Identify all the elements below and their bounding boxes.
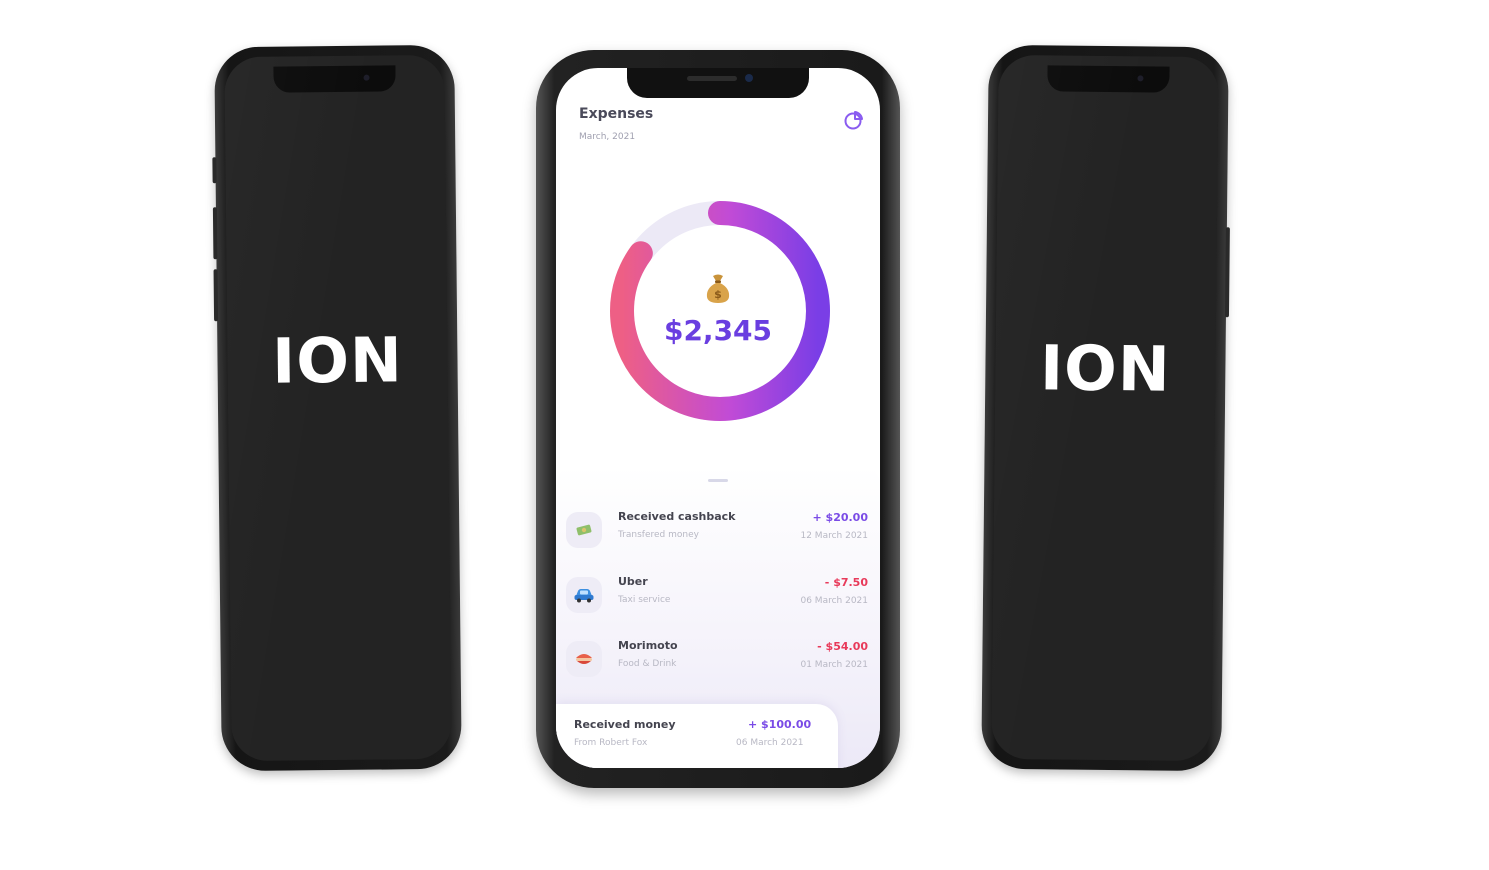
- sheet-drag-handle[interactable]: [708, 479, 728, 482]
- expenses-donut-chart: [610, 201, 830, 421]
- transaction-title: Uber: [618, 575, 648, 588]
- transaction-title: Morimoto: [618, 639, 678, 652]
- transaction-amount: - $54.00: [817, 640, 868, 653]
- transaction-subtitle: Taxi service: [618, 595, 671, 605]
- transaction-date: 01 March 2021: [800, 660, 868, 670]
- left-phone-mockup: ION: [212, 44, 462, 772]
- right-brand-text: ION: [1039, 331, 1172, 406]
- left-phone-volume-up: [212, 207, 218, 260]
- right-phone-power-button: [1224, 227, 1230, 318]
- transaction-amount: + $20.00: [812, 511, 869, 524]
- right-phone-notch: [1047, 65, 1170, 93]
- total-expenses-amount: $2,345: [663, 314, 773, 347]
- center-phone-mockup: Expenses March, 2021 $ $2,345 Received c…: [536, 50, 900, 788]
- card-date: 06 March 2021: [736, 738, 804, 748]
- car-icon: [566, 577, 602, 613]
- card-amount: + $100.00: [748, 718, 812, 731]
- transaction-date: 06 March 2021: [800, 596, 868, 606]
- page-title: Expenses: [579, 106, 654, 122]
- period-label: March, 2021: [579, 132, 636, 142]
- left-phone-screen: ION: [224, 54, 452, 762]
- received-money-card[interactable]: Received money From Robert Fox + $100.00…: [556, 704, 838, 768]
- left-phone-volume-down: [213, 269, 219, 322]
- transaction-row[interactable]: Morimoto Food & Drink - $54.00 01 March …: [566, 639, 870, 683]
- money-bag-icon: $: [706, 274, 730, 303]
- transaction-row[interactable]: Uber Taxi service - $7.50 06 March 2021: [566, 575, 870, 619]
- transaction-subtitle: Food & Drink: [618, 659, 677, 669]
- food-icon: [566, 641, 602, 677]
- transaction-date: 12 March 2021: [800, 531, 868, 541]
- left-brand-text: ION: [271, 323, 404, 398]
- left-phone-mute-switch: [212, 157, 217, 184]
- transaction-amount: - $7.50: [824, 576, 868, 589]
- cashback-icon: [566, 512, 602, 548]
- transaction-title: Received cashback: [618, 510, 736, 523]
- transaction-subtitle: Transfered money: [618, 530, 699, 540]
- center-phone-notch: [627, 68, 809, 98]
- transaction-row[interactable]: Received cashback Transfered money + $20…: [566, 510, 870, 554]
- right-phone-mockup: ION: [981, 44, 1230, 772]
- right-phone-screen: ION: [991, 54, 1219, 762]
- left-phone-notch: [273, 65, 396, 93]
- svg-text:$: $: [714, 288, 722, 301]
- card-subtitle: From Robert Fox: [574, 738, 648, 748]
- expenses-screen: Expenses March, 2021 $ $2,345 Received c…: [556, 68, 880, 768]
- pie-chart-icon[interactable]: [842, 108, 866, 132]
- card-title: Received money: [574, 718, 676, 731]
